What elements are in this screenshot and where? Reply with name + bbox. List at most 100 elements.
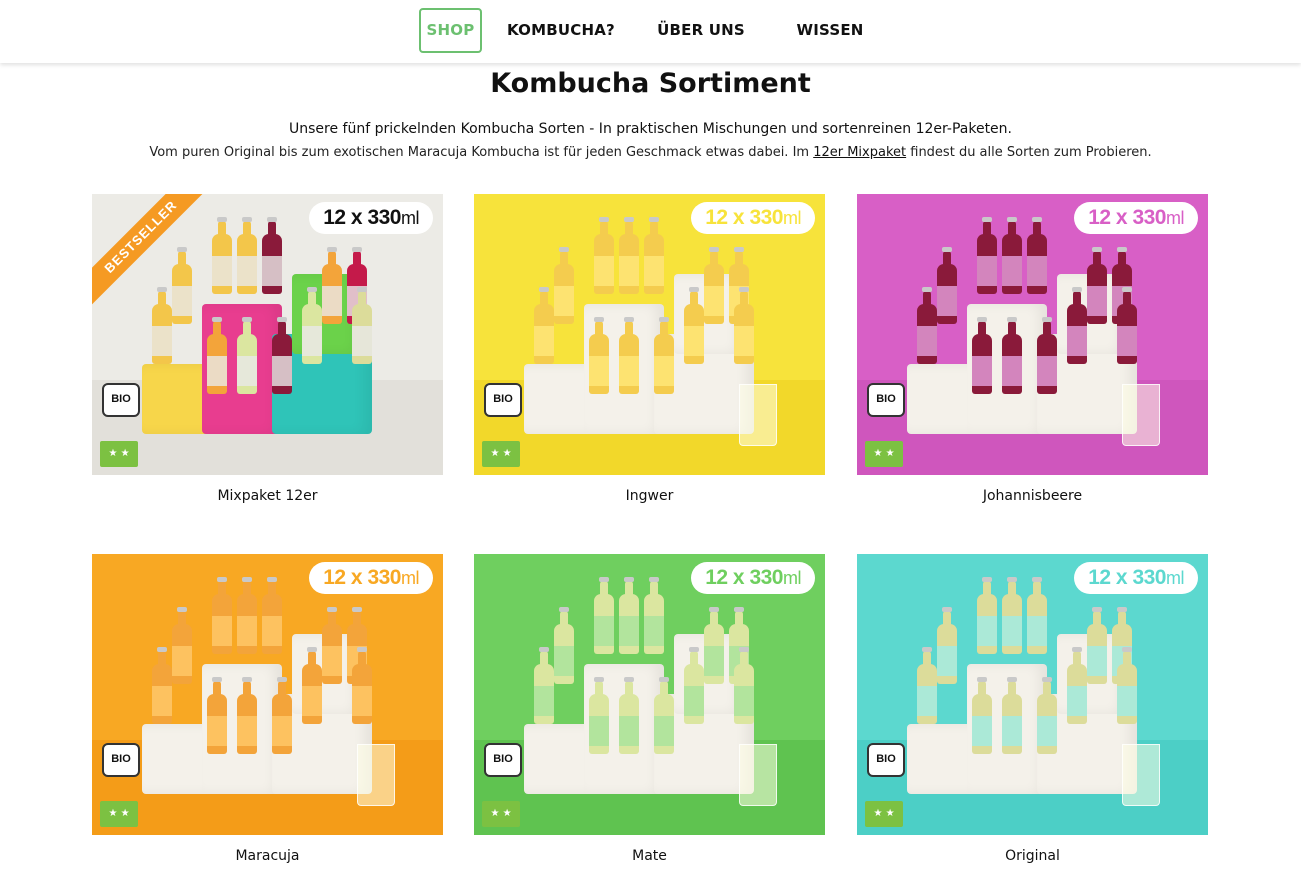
bottle	[1067, 287, 1087, 364]
bottle	[554, 607, 574, 684]
bottle-label	[1117, 326, 1137, 356]
bottle	[619, 677, 639, 754]
bottle-label	[212, 256, 232, 286]
product-name[interactable]: Original	[857, 848, 1208, 864]
bottle	[1002, 217, 1022, 294]
product-name[interactable]: Maracuja	[92, 848, 443, 864]
bottle-label	[212, 616, 232, 646]
bottle	[302, 647, 322, 724]
size-unit: ml	[401, 568, 420, 588]
bottle	[272, 677, 292, 754]
size-amount: 330	[749, 206, 783, 229]
bottle-label	[594, 616, 614, 646]
size-count: 12 x	[705, 566, 750, 589]
bottle-label	[972, 356, 992, 386]
nav-shop[interactable]: SHOP	[419, 8, 482, 53]
bio-badge-icon: BIO	[102, 383, 140, 417]
bottle	[237, 577, 257, 654]
product-name[interactable]: Mixpaket 12er	[92, 488, 443, 504]
mixpaket-link[interactable]: 12er Mixpaket	[813, 145, 906, 160]
bottle	[594, 577, 614, 654]
bottle-label	[152, 326, 172, 356]
bottle	[272, 317, 292, 394]
bottle	[534, 647, 554, 724]
nav-wissen[interactable]: WISSEN	[790, 8, 870, 53]
bottle-label	[1002, 716, 1022, 746]
nav-ueber-uns[interactable]: ÜBER UNS	[650, 8, 752, 53]
bottle-label	[352, 326, 372, 356]
bottle	[322, 247, 342, 324]
bottle-label	[917, 686, 937, 716]
bottle-label	[937, 646, 957, 676]
product-card-maracuja[interactable]: 12 x 330ml BIO ★ ★	[92, 554, 443, 835]
bottle	[212, 577, 232, 654]
bottle	[1027, 217, 1047, 294]
product-card-ingwer[interactable]: 12 x 330ml BIO ★ ★	[474, 194, 825, 475]
bottle	[619, 317, 639, 394]
page-title: Kombucha Sortiment	[490, 68, 811, 99]
product-card-johannisbeere[interactable]: 12 x 330ml BIO ★ ★	[857, 194, 1208, 475]
size-badge: 12 x 330ml	[691, 202, 815, 234]
product-name[interactable]: Ingwer	[474, 488, 825, 504]
bottle-label	[734, 326, 754, 356]
bottle-label	[1087, 286, 1107, 316]
product-name[interactable]: Mate	[474, 848, 825, 864]
bottle-label	[172, 286, 192, 316]
size-amount: 330	[1132, 206, 1166, 229]
size-unit: ml	[1166, 568, 1185, 588]
bottle	[972, 317, 992, 394]
bottle-label	[619, 716, 639, 746]
bottle-label	[352, 686, 372, 716]
bottle-label	[272, 716, 292, 746]
bottle-label	[1027, 256, 1047, 286]
product-name[interactable]: Johannisbeere	[857, 488, 1208, 504]
bio-badge-icon: BIO	[867, 383, 905, 417]
bottle-label	[937, 286, 957, 316]
glass	[357, 744, 395, 806]
bottle	[684, 287, 704, 364]
product-card-mixpaket-12er[interactable]: 12 x 330ml BIO ★ ★ BESTSELLER	[92, 194, 443, 475]
bottle-label	[1027, 616, 1047, 646]
bottle-label	[1067, 326, 1087, 356]
glass	[1122, 744, 1160, 806]
product-card-mate[interactable]: 12 x 330ml BIO ★ ★	[474, 554, 825, 835]
bottle	[262, 217, 282, 294]
size-amount: 330	[367, 566, 401, 589]
product-card-original[interactable]: 12 x 330ml BIO ★ ★	[857, 554, 1208, 835]
bottle	[1067, 647, 1087, 724]
bottle-label	[1037, 356, 1057, 386]
bottle-label	[589, 356, 609, 386]
bottle-label	[302, 686, 322, 716]
bio-badge-icon: BIO	[484, 743, 522, 777]
bottle-label	[977, 616, 997, 646]
bottle	[594, 217, 614, 294]
size-badge: 12 x 330ml	[1074, 202, 1198, 234]
bio-badge-icon: BIO	[867, 743, 905, 777]
bottle	[1037, 677, 1057, 754]
nav-kombucha[interactable]: KOMBUCHA?	[503, 8, 619, 53]
bottle	[937, 607, 957, 684]
bottle	[237, 677, 257, 754]
bottle	[619, 577, 639, 654]
bottle-label	[654, 716, 674, 746]
bottle-label	[704, 646, 724, 676]
bottle	[589, 317, 609, 394]
bottle	[734, 287, 754, 364]
bottle	[322, 607, 342, 684]
eu-organic-leaf-icon: ★ ★	[100, 801, 138, 827]
bottle-label	[262, 256, 282, 286]
size-count: 12 x	[323, 566, 368, 589]
bottle-label	[237, 256, 257, 286]
intro-subtext: Vom puren Original bis zum exotischen Ma…	[0, 145, 1301, 160]
bottle-label	[237, 616, 257, 646]
bottle	[172, 247, 192, 324]
bio-badge-icon: BIO	[102, 743, 140, 777]
bottle-label	[554, 286, 574, 316]
bottle	[619, 217, 639, 294]
bottle	[207, 317, 227, 394]
bottle	[1117, 647, 1137, 724]
bottle-label	[977, 256, 997, 286]
bottle	[352, 287, 372, 364]
bottle-label	[619, 356, 639, 386]
bottle	[262, 577, 282, 654]
